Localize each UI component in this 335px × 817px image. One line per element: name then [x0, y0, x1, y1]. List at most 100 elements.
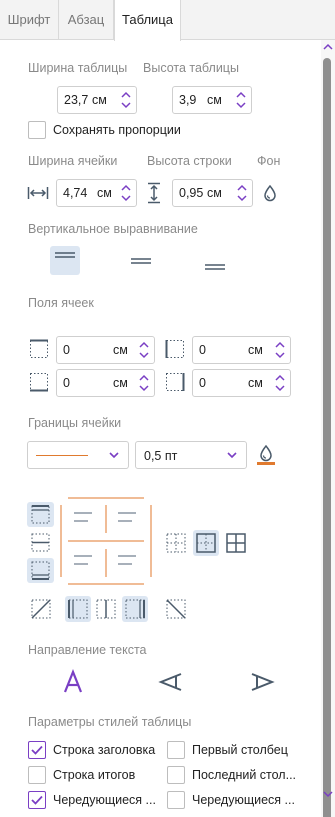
banded-rows-checkbox[interactable] [28, 791, 46, 809]
fill-color-icon[interactable] [263, 184, 277, 202]
background-label: Фон [257, 154, 281, 168]
table-height-unit: см [207, 93, 222, 107]
margin-top-value: 0 [63, 343, 70, 357]
border-right-button[interactable] [122, 596, 148, 622]
stepper-arrows-icon[interactable] [120, 89, 132, 111]
banded-rows-label: Чередующиеся ... [53, 793, 156, 807]
cell-margins-label: Поля ячеек [28, 296, 94, 310]
table-height-label: Высота таблицы [143, 61, 239, 75]
border-diagonal-up-icon[interactable] [29, 597, 53, 621]
border-style-preview [36, 455, 88, 456]
border-bottom-icon [31, 561, 50, 580]
margin-left-stepper[interactable]: 0 см [192, 336, 291, 364]
keep-proportions-label: Сохранять пропорции [53, 123, 181, 137]
table-width-label: Ширина таблицы [28, 61, 128, 75]
border-width-value: 0,5 пт [144, 449, 178, 463]
table-height-stepper[interactable]: 3,9 см [172, 86, 252, 114]
stepper-arrows-icon[interactable] [138, 372, 150, 394]
stepper-arrows-icon[interactable] [274, 339, 286, 361]
style-options-label: Параметры стилей таблицы [28, 715, 192, 729]
margin-bottom-stepper[interactable]: 0 см [56, 369, 155, 397]
scroll-up-icon[interactable] [323, 43, 333, 51]
stepper-arrows-icon[interactable] [235, 89, 247, 111]
vertical-align-label: Вертикальное выравнивание [28, 222, 198, 236]
first-column-checkbox[interactable] [167, 741, 185, 759]
border-outer-top-button[interactable] [27, 502, 54, 527]
scrollbar[interactable] [321, 40, 335, 817]
margin-left-icon [165, 340, 184, 358]
row-height-stepper[interactable]: 0,95 см [172, 179, 253, 207]
border-width-select[interactable]: 0,5 пт [135, 441, 247, 469]
scroll-down-icon[interactable] [323, 790, 333, 798]
margin-right-icon [166, 373, 185, 391]
border-outer-icon [196, 533, 216, 553]
border-style-select[interactable] [27, 441, 129, 469]
last-column-label: Последний стол... [192, 768, 297, 782]
cell-borders-label: Границы ячейки [28, 416, 122, 430]
cell-width-label: Ширина ячейки [28, 154, 118, 168]
border-preview[interactable] [60, 497, 152, 585]
total-row-checkbox[interactable] [28, 766, 46, 784]
border-right-icon [125, 599, 145, 619]
margin-bottom-icon [30, 373, 48, 392]
align-middle-icon[interactable] [126, 246, 156, 275]
border-outer-bottom-button[interactable] [27, 558, 54, 583]
border-diagonal-down-icon[interactable] [164, 597, 188, 621]
stepper-arrows-icon[interactable] [138, 339, 150, 361]
keep-proportions-checkbox[interactable] [28, 121, 46, 139]
margin-top-unit: см [113, 343, 128, 357]
border-top-icon [31, 505, 50, 524]
text-rotate-up-icon[interactable] [158, 670, 184, 694]
stepper-arrows-icon[interactable] [236, 182, 248, 204]
margin-left-value: 0 [199, 343, 206, 357]
tab-font[interactable]: Шрифт [0, 0, 59, 40]
tab-bar: Шрифт Абзац Таблица [0, 0, 335, 41]
align-top-button[interactable] [50, 246, 80, 275]
total-row-label: Строка итогов [53, 768, 136, 782]
chevron-down-icon [227, 452, 237, 459]
chevron-down-icon [109, 452, 119, 459]
table-width-stepper[interactable]: 23,7 см [57, 86, 137, 114]
checkmark-icon [31, 795, 43, 805]
table-width-value: 23,7 [64, 93, 89, 107]
header-row-label: Строка заголовка [53, 743, 156, 757]
border-color-icon[interactable] [256, 444, 276, 466]
header-row-checkbox[interactable] [28, 741, 46, 759]
border-all-icon[interactable] [224, 531, 248, 555]
text-direction-label: Направление текста [28, 643, 147, 657]
border-outer-button[interactable] [193, 530, 219, 556]
table-width-unit: см [92, 93, 107, 107]
text-horizontal-icon[interactable] [61, 669, 85, 695]
stepper-arrows-icon[interactable] [120, 182, 132, 204]
cell-width-icon [27, 187, 49, 199]
row-height-icon [148, 182, 160, 204]
stepper-arrows-icon[interactable] [274, 372, 286, 394]
cell-width-unit: см [97, 186, 112, 200]
border-inner-vertical-icon[interactable] [94, 597, 118, 621]
checkmark-icon [31, 745, 43, 755]
border-none-icon[interactable] [164, 531, 188, 555]
margin-top-stepper[interactable]: 0 см [56, 336, 155, 364]
align-bottom-icon[interactable] [200, 246, 230, 275]
align-top-icon [55, 252, 75, 258]
border-left-button[interactable] [65, 596, 91, 622]
margin-bottom-unit: см [113, 376, 128, 390]
last-column-checkbox[interactable] [167, 766, 185, 784]
margin-right-value: 0 [199, 376, 206, 390]
margin-right-stepper[interactable]: 0 см [192, 369, 291, 397]
banded-columns-label: Чередующиеся ... [192, 793, 295, 807]
tab-paragraph[interactable]: Абзац [59, 0, 114, 40]
row-height-unit: см [207, 186, 222, 200]
cell-width-stepper[interactable]: 4,74 см [56, 179, 137, 207]
cell-width-value: 4,74 [63, 186, 88, 200]
margin-right-unit: см [248, 376, 263, 390]
row-height-label: Высота строки [147, 154, 232, 168]
margin-left-unit: см [248, 343, 263, 357]
banded-columns-checkbox[interactable] [167, 791, 185, 809]
text-rotate-down-icon[interactable] [249, 670, 275, 694]
border-inner-horizontal-icon[interactable] [27, 530, 54, 555]
border-left-icon [68, 599, 88, 619]
scrollbar-thumb[interactable] [323, 58, 331, 817]
margin-top-icon [30, 339, 48, 358]
tab-table[interactable]: Таблица [114, 0, 181, 41]
